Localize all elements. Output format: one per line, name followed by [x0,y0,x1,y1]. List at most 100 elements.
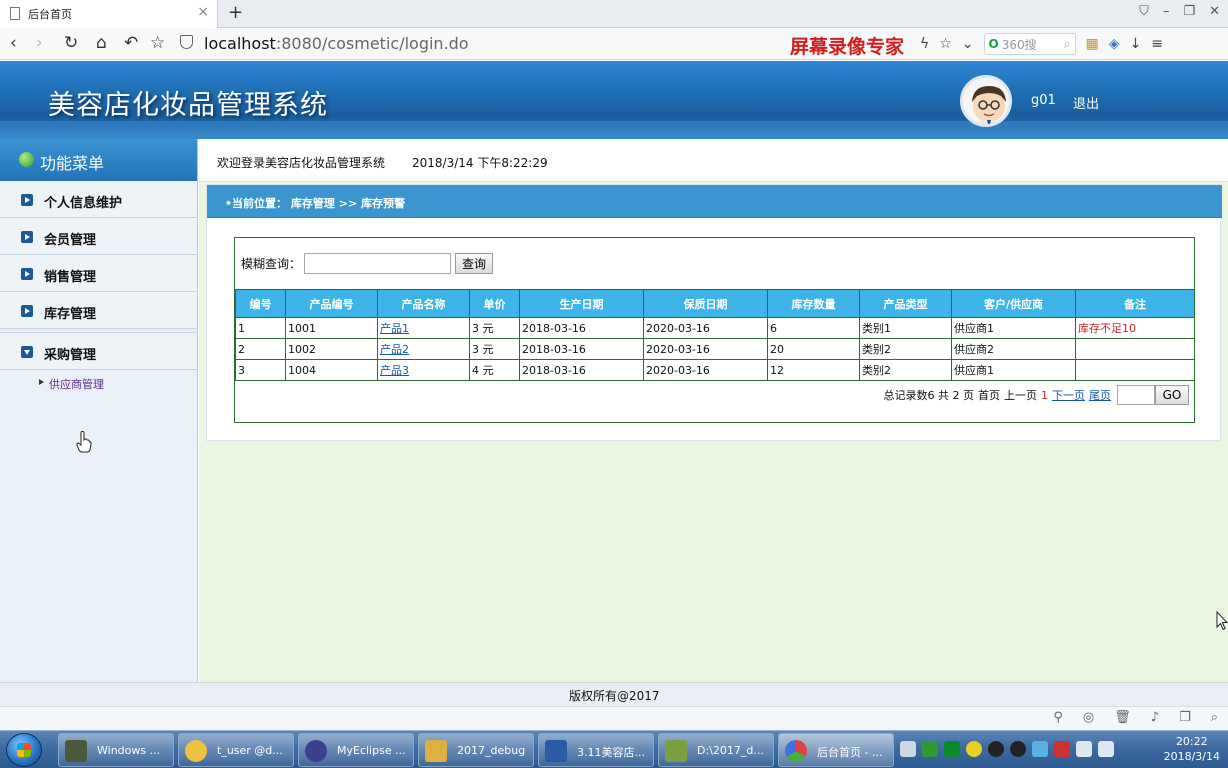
cell-product-code: 1001 [285,317,378,339]
taskbar-item-windows[interactable]: Windows ... [58,733,174,767]
column-header: 备注 [1075,289,1195,318]
cell-id: 2 [235,338,286,360]
tab-close-icon[interactable]: × [197,4,209,20]
sidebar-item-members[interactable]: 会员管理 [0,218,197,255]
window-icon[interactable]: ❐ [1179,710,1191,725]
star-icon[interactable]: ☆ [150,33,165,53]
current-datetime: 2018/3/14 下午8:22:29 [412,156,548,170]
app-title: 美容店化妆品管理系统 [48,90,328,121]
network-icon[interactable] [1098,741,1114,757]
sidebar-subitem-suppliers[interactable]: 供应商管理 [0,370,197,396]
reload-icon[interactable]: ↻ [64,33,78,53]
sidebar: 功能菜单 个人信息维护 会员管理 销售管理 库存管理 采购管理 供应商管理 [0,139,198,682]
cell-production-date: 2018-03-16 [519,359,644,381]
breadcrumb-text: •当前位置： 库存管理 >> 库存预警 [225,197,405,210]
taskbar-item-word[interactable]: 3.11美容店... [538,733,654,767]
cell-expiry-date: 2020-03-16 [643,338,768,360]
volume-icon[interactable]: ♪ [1151,710,1159,725]
sidebar-item-purchasing[interactable]: 采购管理 [0,332,197,370]
lightning-icon[interactable]: ϟ [920,36,929,52]
tray-trash-icon[interactable] [1054,741,1070,757]
sidebar-item-sales[interactable]: 销售管理 [0,255,197,292]
tray-plus-icon[interactable] [966,741,982,757]
search-360-field[interactable]: O 360搜 ⌕ [983,33,1076,55]
tray-green-icon[interactable] [944,741,960,757]
pager-next-link[interactable]: 下一页 [1052,387,1085,403]
cell-production-date: 2018-03-16 [519,317,644,339]
search-button[interactable]: 查询 [455,252,494,274]
search-input[interactable] [304,252,452,274]
cell-price: 3 元 [469,338,520,360]
taskbar-item-myeclipse[interactable]: MyEclipse ... [298,733,414,767]
sidebar-header: 功能菜单 [0,139,197,181]
apps-grid-icon[interactable]: ▦ [1086,36,1099,52]
tray-shield-icon[interactable] [1032,741,1048,757]
product-link[interactable]: 产品2 [380,343,409,356]
pin-icon[interactable]: ⚲ [1053,710,1063,725]
pager-summary: 总记录数6 共 2 页 [883,389,975,402]
search-360-placeholder: 360搜 [1001,37,1037,52]
back-icon[interactable]: ‹ [10,33,17,53]
keyboard-icon[interactable] [900,741,916,757]
cell-stock-qty: 6 [767,317,860,339]
taskbar-item-browser[interactable]: 后台首页 - ... [778,733,894,767]
taskbar-item-t-user[interactable]: t_user @d... [178,733,294,767]
table-row: 1 1001 产品1 3 元 2018-03-16 2020-03-16 6 类… [235,317,1195,339]
browser-tab[interactable]: 后台首页 × [0,0,218,28]
speed-icon[interactable]: ◎ [1083,710,1094,725]
column-header: 库存数量 [767,289,860,318]
qq-icon[interactable] [1010,741,1026,757]
user-avatar[interactable] [960,75,1012,127]
new-tab-button[interactable]: + [228,2,243,23]
download-icon[interactable]: ↓ [1130,36,1142,52]
browser-statusbar: ⚲ ◎ 🗑 ♪ ❐ ⌕ [0,706,1228,730]
start-button[interactable] [6,733,42,767]
undo-icon[interactable]: ↶ [124,33,138,53]
speaker-icon[interactable] [1076,741,1092,757]
minimize-icon[interactable]: – [1163,4,1170,19]
cell-remark [1075,338,1195,360]
product-link[interactable]: 产品3 [380,364,409,377]
close-icon[interactable]: ✕ [1209,4,1220,19]
cell-remark [1075,359,1195,381]
column-header: 客户/供应商 [951,289,1076,318]
tab-title: 后台首页 [28,8,72,21]
shirt-icon[interactable]: ⛉ [1139,4,1149,19]
extension-shield-icon[interactable]: ◈ [1109,36,1120,52]
logout-link[interactable]: 退出 [1073,93,1099,112]
copyright-text: 版权所有@2017 [569,689,660,703]
system-clock[interactable]: 20:22 2018/3/14 [1164,734,1220,764]
forward-icon[interactable]: › [36,33,43,53]
sidebar-item-personal-info[interactable]: 个人信息维护 [0,181,197,218]
collapse-arrow-icon [21,346,33,358]
trash-icon[interactable]: 🗑 [1114,710,1131,725]
sidebar-subitem-label: 供应商管理 [49,378,104,391]
pager-last-link[interactable]: 尾页 [1089,387,1111,403]
cell-product-type: 类别2 [859,338,952,360]
column-header: 产品类型 [859,289,952,318]
qq-icon[interactable] [988,741,1004,757]
zoom-icon[interactable]: ⌕ [1211,710,1218,725]
inventory-table: 编号 产品编号 产品名称 单价 生产日期 保质日期 库存数量 产品类型 客户/供… [235,289,1195,381]
menu-icon[interactable]: ≡ [1151,36,1163,52]
go-button[interactable]: GO [1155,385,1189,405]
window-controls: ⛉ – ❐ ✕ [1139,4,1220,19]
welcome-bar: 欢迎登录美容店化妆品管理系统 2018/3/14 下午8:22:29 [199,139,1228,182]
url-field[interactable]: localhost:8080/cosmetic/login.do 屏幕录像专家 … [176,32,916,85]
cell-stock-qty: 12 [767,359,860,381]
dropdown-chevron-icon[interactable]: ⌄ [962,36,974,52]
expand-arrow-icon [21,194,33,206]
maximize-icon[interactable]: ❐ [1183,4,1195,19]
expand-arrow-icon [21,305,33,317]
product-link[interactable]: 产品1 [380,322,409,335]
cell-product-name: 产品3 [377,359,470,381]
tray-app-icon[interactable] [922,741,938,757]
bookmark-star-icon[interactable]: ☆ [939,36,952,52]
sidebar-item-inventory[interactable]: 库存管理 [0,292,197,329]
taskbar-item-folder[interactable]: 2017_debug [418,733,534,767]
taskbar-item-editor[interactable]: D:\2017_d... [658,733,774,767]
terminal-icon [65,740,87,762]
page-number-input[interactable] [1117,385,1155,405]
home-icon[interactable]: ⌂ [96,33,107,53]
browser-tabbar: 后台首页 × + ⛉ – ❐ ✕ [0,0,1228,28]
